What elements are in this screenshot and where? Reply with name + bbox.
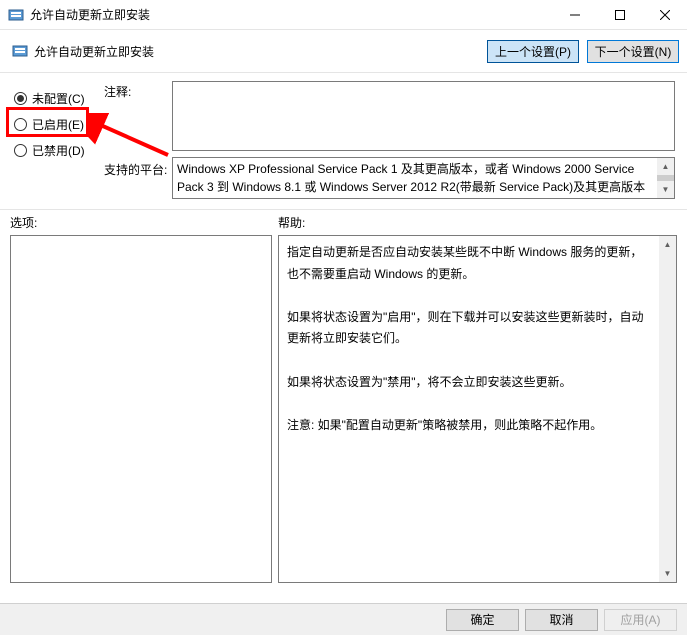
right-column: 注释: 支持的平台: Windows XP Professional Servi… — [104, 81, 677, 205]
platform-box: Windows XP Professional Service Pack 1 及… — [172, 157, 675, 199]
options-label: 选项: — [10, 214, 278, 231]
window-controls — [552, 0, 687, 30]
help-content: 指定自动更新是否应自动安装某些既不中断 Windows 服务的更新，也不需要重启… — [279, 236, 659, 582]
comment-label: 注释: — [104, 81, 172, 151]
header-row: 允许自动更新立即安装 上一个设置(P) 下一个设置(N) — [0, 30, 687, 72]
app-icon — [8, 7, 24, 23]
close-button[interactable] — [642, 0, 687, 30]
scroll-up-icon[interactable]: ▲ — [659, 236, 676, 253]
radio-label: 未配置(C) — [32, 90, 85, 107]
radio-label: 已禁用(D) — [32, 142, 85, 159]
options-pane — [10, 235, 272, 583]
scroll-down-icon[interactable]: ▼ — [659, 565, 676, 582]
titlebar: 允许自动更新立即安装 — [0, 0, 687, 30]
platform-text: Windows XP Professional Service Pack 1 及… — [173, 158, 657, 198]
bottom-bar: 确定 取消 应用(A) — [0, 603, 687, 635]
options-content — [11, 236, 271, 582]
help-pane: 指定自动更新是否应自动安装某些既不中断 Windows 服务的更新，也不需要重启… — [278, 235, 677, 583]
policy-icon — [12, 43, 28, 59]
minimize-button[interactable] — [552, 0, 597, 30]
radio-dot-icon — [14, 92, 27, 105]
panes: 指定自动更新是否应自动安装某些既不中断 Windows 服务的更新，也不需要重启… — [0, 235, 687, 589]
next-setting-button[interactable]: 下一个设置(N) — [587, 40, 679, 63]
scroll-up-icon[interactable]: ▲ — [657, 158, 674, 175]
window-title: 允许自动更新立即安装 — [30, 6, 552, 23]
config-area: 未配置(C) 已启用(E) 已禁用(D) 注释: 支持的平台: Windows … — [0, 73, 687, 209]
maximize-button[interactable] — [597, 0, 642, 30]
scrollbar[interactable]: ▲ ▼ — [657, 158, 674, 198]
platform-label: 支持的平台: — [104, 157, 172, 199]
platform-row: 支持的平台: Windows XP Professional Service P… — [104, 157, 677, 199]
radio-column: 未配置(C) 已启用(E) 已禁用(D) — [14, 81, 104, 205]
radio-dot-icon — [14, 118, 27, 131]
apply-button[interactable]: 应用(A) — [604, 609, 677, 631]
radio-disabled[interactable]: 已禁用(D) — [14, 137, 104, 163]
comment-row: 注释: — [104, 81, 677, 151]
scroll-down-icon[interactable]: ▼ — [657, 181, 674, 198]
labels-row: 选项: 帮助: — [0, 210, 687, 235]
help-label: 帮助: — [278, 214, 305, 231]
cancel-button[interactable]: 取消 — [525, 609, 598, 631]
scrollbar[interactable]: ▲ ▼ — [659, 236, 676, 582]
radio-dot-icon — [14, 144, 27, 157]
radio-enabled[interactable]: 已启用(E) — [14, 111, 104, 137]
ok-button[interactable]: 确定 — [446, 609, 519, 631]
comment-input[interactable] — [172, 81, 675, 151]
radio-label: 已启用(E) — [32, 116, 84, 133]
radio-not-configured[interactable]: 未配置(C) — [14, 85, 104, 111]
policy-title: 允许自动更新立即安装 — [34, 43, 479, 60]
previous-setting-button[interactable]: 上一个设置(P) — [487, 40, 579, 63]
